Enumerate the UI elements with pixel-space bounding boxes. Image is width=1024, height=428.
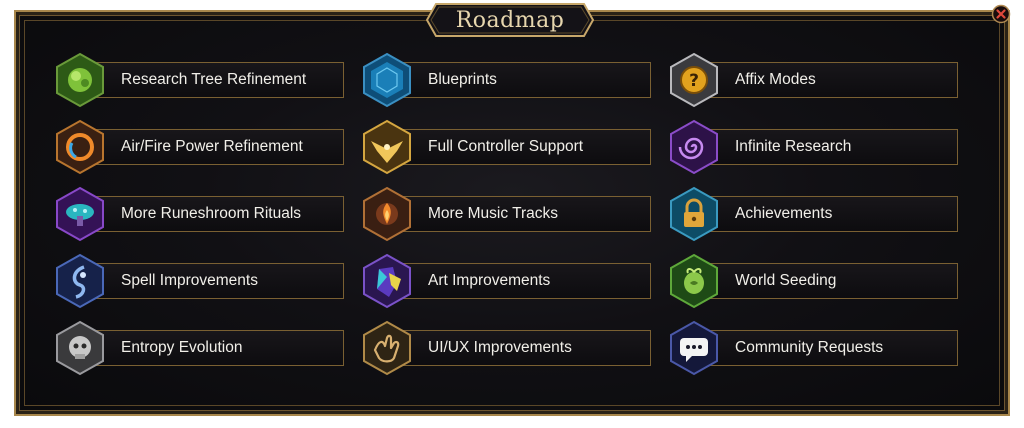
item-bar: Full Controller Support: [393, 129, 651, 165]
item-label: More Music Tracks: [428, 205, 559, 222]
item-bar: Research Tree Refinement: [86, 62, 344, 98]
fire-ring-icon: [56, 119, 104, 175]
roadmap-item-research-tree[interactable]: Research Tree Refinement: [54, 52, 346, 108]
roadmap-item-uiux[interactable]: UI/UX Improvements: [361, 320, 653, 376]
roadmap-item-achievements[interactable]: Achievements: [668, 186, 960, 242]
green-tree-icon: [56, 52, 104, 108]
roadmap-item-entropy[interactable]: Entropy Evolution: [54, 320, 346, 376]
item-label: Entropy Evolution: [121, 339, 243, 356]
item-label: Research Tree Refinement: [121, 71, 307, 88]
roadmap-item-spell[interactable]: Spell Improvements: [54, 253, 346, 309]
item-label: Community Requests: [735, 339, 884, 356]
hand-icon: [363, 320, 411, 376]
item-bar: Community Requests: [700, 330, 958, 366]
roadmap-item-community[interactable]: Community Requests: [668, 320, 960, 376]
item-bar: Art Improvements: [393, 263, 651, 299]
roadmap-item-affix-modes[interactable]: Affix Modes ?: [668, 52, 960, 108]
item-bar: Entropy Evolution: [86, 330, 344, 366]
item-label: Air/Fire Power Refinement: [121, 138, 303, 155]
gold-question-icon: ?: [670, 52, 718, 108]
crystal-icon: [363, 253, 411, 309]
item-label: Blueprints: [428, 71, 497, 88]
item-label: Infinite Research: [735, 138, 852, 155]
purple-mushroom-icon: [56, 186, 104, 242]
roadmap-item-art[interactable]: Art Improvements: [361, 253, 653, 309]
item-label: Art Improvements: [428, 272, 551, 289]
item-bar: Achievements: [700, 196, 958, 232]
title-plate: Roadmap: [426, 3, 594, 37]
item-bar: World Seeding: [700, 263, 958, 299]
item-label: Spell Improvements: [121, 272, 258, 289]
roadmap-item-blueprints[interactable]: Blueprints: [361, 52, 653, 108]
item-bar: Blueprints: [393, 62, 651, 98]
item-bar: Infinite Research: [700, 129, 958, 165]
item-bar: Affix Modes: [700, 62, 958, 98]
close-icon: [991, 4, 1011, 24]
green-seed-icon: [670, 253, 718, 309]
purple-spiral-icon: [670, 119, 718, 175]
padlock-icon: [670, 186, 718, 242]
roadmap-item-controller[interactable]: Full Controller Support: [361, 119, 653, 175]
gold-eagle-icon: [363, 119, 411, 175]
item-label: Achievements: [735, 205, 833, 222]
item-bar: UI/UX Improvements: [393, 330, 651, 366]
roadmap-item-runeshroom[interactable]: More Runeshroom Rituals: [54, 186, 346, 242]
blue-blueprint-icon: [363, 52, 411, 108]
item-label: World Seeding: [735, 272, 837, 289]
chat-bubble-icon: [670, 320, 718, 376]
flame-sun-icon: [363, 186, 411, 242]
item-bar: More Runeshroom Rituals: [86, 196, 344, 232]
stone-skull-icon: [56, 320, 104, 376]
close-button[interactable]: [991, 4, 1011, 24]
blue-swirl-icon: [56, 253, 104, 309]
item-bar: Air/Fire Power Refinement: [86, 129, 344, 165]
item-bar: Spell Improvements: [86, 263, 344, 299]
roadmap-item-air-fire[interactable]: Air/Fire Power Refinement: [54, 119, 346, 175]
roadmap-item-infinite-research[interactable]: Infinite Research: [668, 119, 960, 175]
roadmap-item-music[interactable]: More Music Tracks: [361, 186, 653, 242]
item-label: UI/UX Improvements: [428, 339, 572, 356]
svg-text:?: ?: [689, 71, 699, 91]
item-label: Affix Modes: [735, 71, 816, 88]
item-label: More Runeshroom Rituals: [121, 205, 302, 222]
roadmap-item-world-seeding[interactable]: World Seeding: [668, 253, 960, 309]
page-title: Roadmap: [455, 7, 565, 33]
item-label: Full Controller Support: [428, 138, 584, 155]
item-bar: More Music Tracks: [393, 196, 651, 232]
